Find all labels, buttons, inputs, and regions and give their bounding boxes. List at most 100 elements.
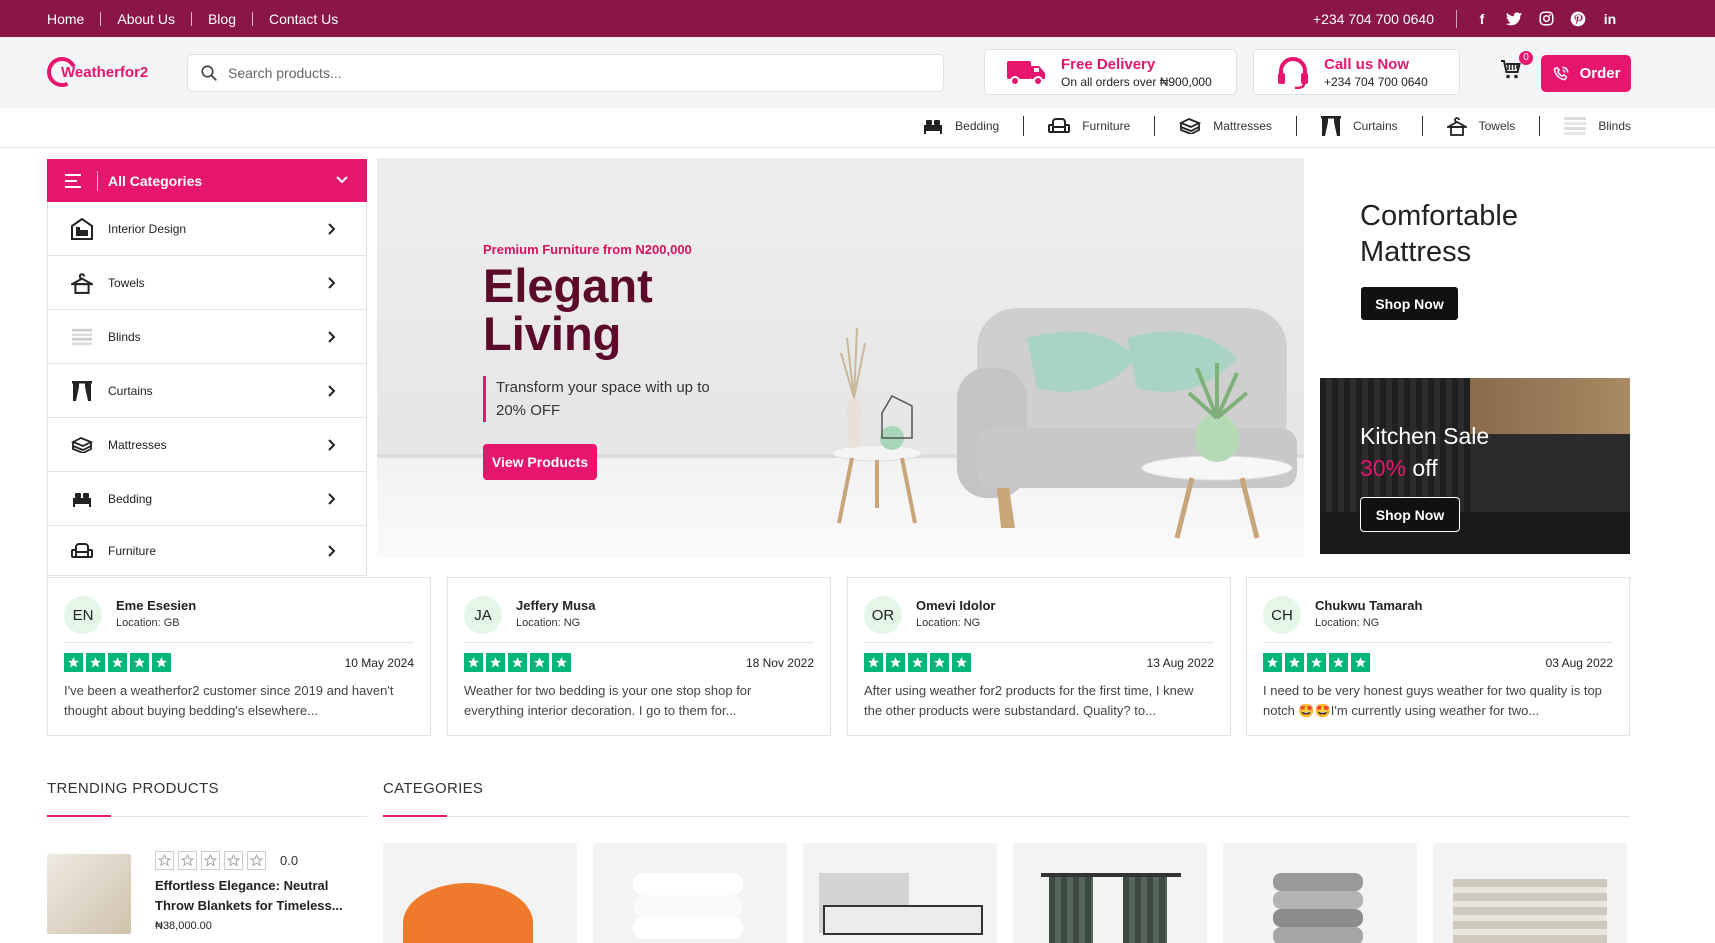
facebook-icon[interactable]: f: [1473, 10, 1491, 28]
strip-item-bedding[interactable]: Bedding: [923, 118, 999, 134]
nav-blog-link[interactable]: Blog: [208, 11, 236, 27]
search-icon: [201, 65, 217, 81]
category-tile-blinds[interactable]: [1433, 843, 1627, 943]
nav-separator: [251, 11, 253, 26]
star-icon: [552, 653, 571, 672]
kitchen-sale-label: Kitchen Sale: [1360, 423, 1490, 449]
category-tile-towels[interactable]: [1223, 843, 1417, 943]
pinterest-icon[interactable]: [1569, 10, 1587, 28]
trending-product-item[interactable]: 0.0 Effortless Elegance: Neutral Throw B…: [47, 846, 367, 943]
product-title[interactable]: Effortless Elegance: Neutral Throw Blank…: [155, 876, 355, 916]
review-text: After using weather for2 products for th…: [864, 683, 1194, 718]
instagram-icon[interactable]: [1537, 10, 1555, 28]
shop-now-kitchen-button[interactable]: Shop Now: [1360, 497, 1460, 532]
sidebar-item-interior-design[interactable]: Interior Design: [48, 202, 366, 256]
review-card[interactable]: EN Eme Esesien Location: GB 10 May 2024 …: [47, 577, 431, 736]
top-bar: Home About Us Blog Contact Us +234 704 7…: [0, 0, 1715, 37]
category-tile-furniture[interactable]: [383, 843, 577, 943]
category-tile-mattresses[interactable]: [803, 843, 997, 943]
category-tile-curtains[interactable]: [1013, 843, 1207, 943]
star-icon: [108, 653, 127, 672]
search-input[interactable]: [228, 65, 908, 81]
review-text: I've been a weatherfor2 customer since 2…: [64, 683, 394, 718]
strip-item-blinds[interactable]: Blinds: [1564, 117, 1631, 135]
nav-home-link[interactable]: Home: [47, 11, 84, 27]
towel-hanger-icon: [70, 272, 94, 294]
product-thumbnail: [47, 854, 131, 934]
review-divider: [864, 642, 1214, 643]
category-tile-bedding[interactable]: [593, 843, 787, 943]
nav-separator: [190, 11, 192, 26]
sidebar-item-mattresses[interactable]: Mattresses: [48, 418, 366, 472]
nav-contact-link[interactable]: Contact Us: [269, 11, 338, 27]
review-stars: [864, 653, 971, 672]
menu-icon: [65, 173, 81, 188]
reviewer-avatar: CH: [1263, 596, 1301, 634]
star-icon: [508, 653, 527, 672]
mattress-image: [823, 905, 983, 935]
linkedin-icon[interactable]: in: [1601, 10, 1619, 28]
rating-value: 0.0: [280, 853, 299, 868]
free-delivery-sub: On all orders over ₦900,000: [1061, 74, 1212, 89]
house-icon: [70, 217, 94, 240]
bed-icon: [924, 120, 943, 134]
strip-item-towels[interactable]: Towels: [1446, 116, 1515, 136]
reviews-row: EN Eme Esesien Location: GB 10 May 2024 …: [47, 577, 1630, 736]
kitchen-discount: 30% off: [1360, 452, 1489, 484]
reviewer-location: Location: NG: [916, 617, 981, 629]
star-icon: [130, 653, 149, 672]
review-divider: [64, 642, 414, 643]
star-icon: [1285, 653, 1304, 672]
mattress-icon: [1179, 118, 1202, 134]
reviewer-location: Location: GB: [116, 617, 180, 629]
review-card[interactable]: OR Omevi Idolor Location: NG 13 Aug 2022…: [847, 577, 1231, 736]
strip-separator: [1539, 116, 1541, 136]
cart-button[interactable]: 0: [1499, 51, 1533, 85]
chevron-right-icon: [328, 492, 336, 505]
strip-item-mattresses[interactable]: Mattresses: [1179, 118, 1272, 134]
site-logo[interactable]: Weatherfor2: [42, 52, 148, 92]
curtain-icon: [1320, 116, 1341, 136]
strip-separator: [1154, 116, 1156, 136]
shop-now-mattress-button[interactable]: Shop Now: [1360, 286, 1459, 321]
review-stars: [1263, 653, 1370, 672]
strip-item-furniture[interactable]: Furniture: [1048, 117, 1130, 135]
reviewer-avatar: OR: [864, 596, 902, 634]
call-us-text: Call us Now +234 704 700 0640: [1324, 56, 1428, 89]
header-divider: [97, 170, 98, 191]
towel-hanger-icon: [1446, 117, 1467, 136]
blinds-image: [1453, 879, 1607, 943]
call-us-box[interactable]: Call us Now +234 704 700 0640: [1253, 49, 1460, 95]
sidebar-item-furniture[interactable]: Furniture: [48, 526, 366, 575]
star-icon: [864, 653, 883, 672]
sidebar-item-blinds[interactable]: Blinds: [48, 310, 366, 364]
category-tiles: [383, 843, 1627, 943]
review-stars: [464, 653, 571, 672]
sidebar-item-towels[interactable]: Towels: [48, 256, 366, 310]
review-card[interactable]: JA Jeffery Musa Location: NG 18 Nov 2022…: [447, 577, 831, 736]
top-contact: +234 704 700 0640 f in: [1313, 0, 1619, 37]
categories-accent: [383, 815, 447, 817]
armchair-icon: [1048, 118, 1071, 133]
sidebar-item-curtains[interactable]: Curtains: [48, 364, 366, 418]
all-categories-toggle[interactable]: All Categories: [47, 159, 367, 202]
promo-kitchen: Kitchen Sale 30% off Shop Now: [1320, 378, 1630, 554]
review-date: 18 Nov 2022: [745, 656, 814, 670]
top-nav: Home About Us Blog Contact Us: [47, 0, 338, 37]
strip-item-curtains[interactable]: Curtains: [1320, 116, 1398, 136]
nav-about-link[interactable]: About Us: [117, 11, 175, 27]
view-products-button[interactable]: View Products: [483, 444, 597, 480]
review-card[interactable]: CH Chukwu Tamarah Location: NG 03 Aug 20…: [1246, 577, 1630, 736]
all-categories-label: All Categories: [108, 172, 203, 189]
order-label: Order: [1579, 65, 1621, 82]
site-header: Weatherfor2 Free Delivery On all orders …: [0, 37, 1715, 108]
blinds-icon: [70, 328, 94, 346]
chevron-right-icon: [328, 222, 336, 235]
top-phone[interactable]: +234 704 700 0640: [1313, 11, 1434, 27]
sidebar-item-bedding[interactable]: Bedding: [48, 472, 366, 526]
hero-eyebrow: Premium Furniture from N200,000: [483, 242, 692, 257]
star-icon: [886, 653, 905, 672]
twitter-icon[interactable]: [1505, 10, 1523, 28]
order-button[interactable]: Order: [1541, 55, 1631, 92]
review-stars: [64, 653, 171, 672]
